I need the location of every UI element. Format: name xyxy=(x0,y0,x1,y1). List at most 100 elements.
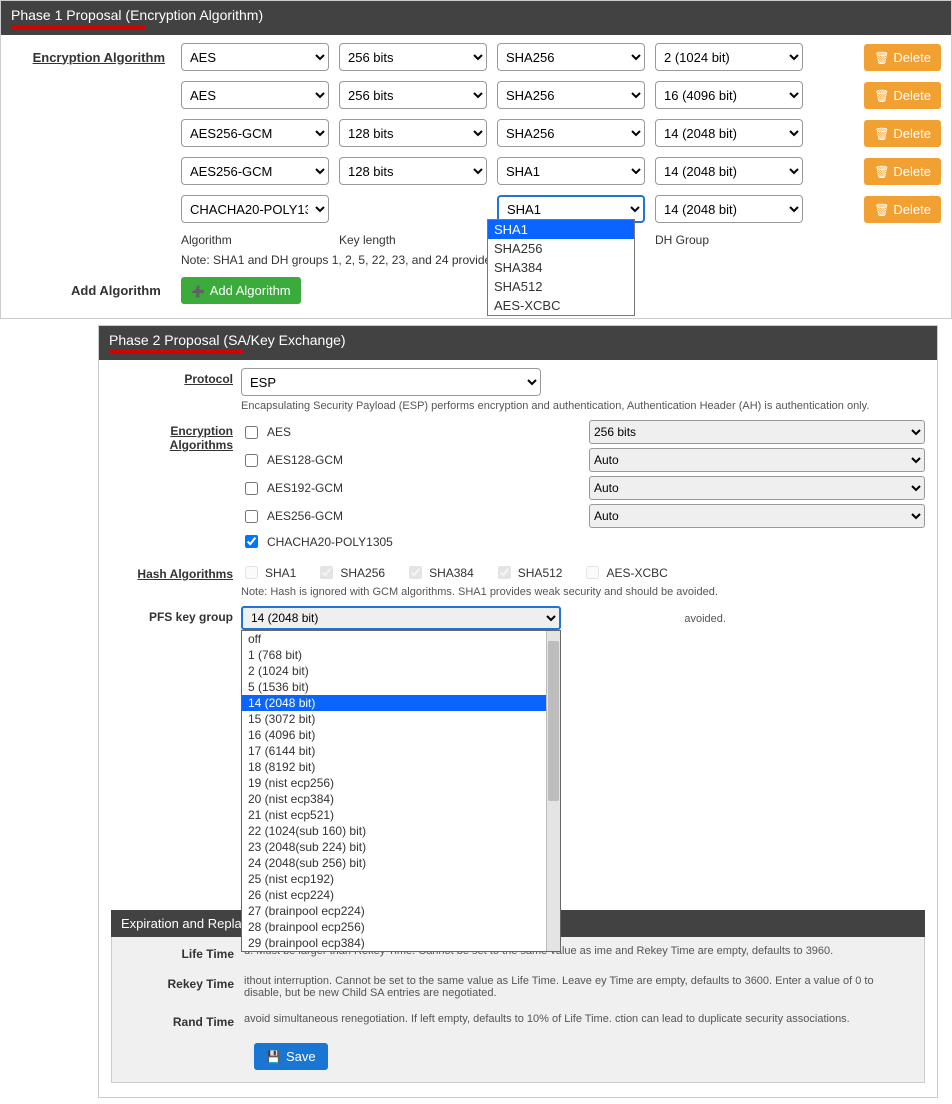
phase1-algo-select[interactable]: CHACHA20-POLY13 xyxy=(181,195,329,223)
pfs-option[interactable]: 17 (6144 bit) xyxy=(242,743,546,759)
pfs-option[interactable]: 29 (brainpool ecp384) xyxy=(242,935,546,951)
phase1-dh-select[interactable]: 14 (2048 bit) xyxy=(655,157,803,185)
scrollbar-track[interactable] xyxy=(546,631,560,951)
pfs-option[interactable]: 25 (nist ecp192) xyxy=(242,871,546,887)
pfs-option[interactable]: 20 (nist ecp384) xyxy=(242,791,546,807)
enc-algo-checkbox[interactable] xyxy=(245,426,258,439)
delete-button[interactable]: Delete xyxy=(864,196,941,223)
pfs-dropdown[interactable]: off1 (768 bit)2 (1024 bit)5 (1536 bit)14… xyxy=(241,630,561,952)
rand-time-row: Rand Time avoid simultaneous renegotiati… xyxy=(124,1013,912,1029)
enc-algo-keylen-select[interactable]: 256 bits xyxy=(589,420,925,444)
pfs-select[interactable]: 14 (2048 bit) xyxy=(241,606,561,630)
hash-algo-name: AES-XCBC xyxy=(606,566,667,580)
plus-icon xyxy=(191,283,205,298)
hash-algo-checkbox xyxy=(320,566,333,579)
phase1-algo-select[interactable]: AES xyxy=(181,43,329,71)
enc-algo-checkbox-wrap: AES256-GCM xyxy=(241,507,581,526)
hash-algo-name: SHA256 xyxy=(340,566,385,580)
hash-option[interactable]: SHA256 xyxy=(488,239,634,258)
delete-button[interactable]: Delete xyxy=(864,120,941,147)
phase1-dh-select[interactable]: 14 (2048 bit) xyxy=(655,195,803,223)
pfs-option[interactable]: 16 (4096 bit) xyxy=(242,727,546,743)
phase1-keylen-select[interactable]: 128 bits xyxy=(339,119,487,147)
phase1-dh-select[interactable]: 16 (4096 bit) xyxy=(655,81,803,109)
phase1-algo-select[interactable]: AES256-GCM xyxy=(181,157,329,185)
add-algorithm-button[interactable]: Add Algorithm xyxy=(181,277,301,304)
trash-icon xyxy=(874,202,889,217)
hash-option[interactable]: SHA384 xyxy=(488,258,634,277)
pfs-content: 14 (2048 bit) avoided. off1 (768 bit)2 (… xyxy=(241,606,925,630)
enc-algo-keylen-select[interactable]: Auto xyxy=(589,448,925,472)
delete-button[interactable]: Delete xyxy=(864,82,941,109)
enc-algo-checkbox[interactable] xyxy=(245,454,258,467)
enc-algo-checkbox[interactable] xyxy=(245,510,258,523)
hash-checkbox-row: SHA1SHA256SHA384SHA512AES-XCBC xyxy=(241,563,925,582)
hash-algo-checkbox xyxy=(409,566,422,579)
hash-option[interactable]: SHA1 xyxy=(488,220,634,239)
enc-algo-name: AES192-GCM xyxy=(267,481,343,495)
pfs-option[interactable]: 2 (1024 bit) xyxy=(242,663,546,679)
pfs-option[interactable]: 27 (brainpool ecp224) xyxy=(242,903,546,919)
life-time-label: Life Time xyxy=(124,945,244,961)
phase1-hash-select[interactable]: SHA1 xyxy=(497,157,645,185)
protocol-label: Protocol xyxy=(111,368,241,386)
delete-label: Delete xyxy=(893,50,931,65)
pfs-option[interactable]: 21 (nist ecp521) xyxy=(242,807,546,823)
pfs-option[interactable]: off xyxy=(242,631,546,647)
pfs-option[interactable]: 14 (2048 bit) xyxy=(242,695,546,711)
protocol-select[interactable]: ESP xyxy=(241,368,541,396)
enc-algo-keylen-select[interactable]: Auto xyxy=(589,476,925,500)
pfs-label: PFS key group xyxy=(111,606,241,624)
enc-algo-checkbox[interactable] xyxy=(245,482,258,495)
phase1-keylen-select[interactable]: 256 bits xyxy=(339,81,487,109)
pfs-option[interactable]: 5 (1536 bit) xyxy=(242,679,546,695)
pfs-option[interactable]: 18 (8192 bit) xyxy=(242,759,546,775)
pfs-option-list: off1 (768 bit)2 (1024 bit)5 (1536 bit)14… xyxy=(242,631,546,951)
phase1-algo-select[interactable]: AES256-GCM xyxy=(181,119,329,147)
phase1-header: Phase 1 Proposal (Encryption Algorithm) xyxy=(1,1,951,35)
pfs-option[interactable]: 19 (nist ecp256) xyxy=(242,775,546,791)
annotation-underline-2 xyxy=(109,350,244,354)
pfs-row: PFS key group 14 (2048 bit) avoided. off… xyxy=(111,606,925,630)
hash-option[interactable]: AES-XCBC xyxy=(488,296,634,315)
enc-algos-content: AES256 bitsAES128-GCMAutoAES192-GCMAutoA… xyxy=(241,420,925,555)
phase1-title: Phase 1 Proposal (Encryption Algorithm) xyxy=(11,7,263,23)
rekey-time-row: Rekey Time ithout interruption. Cannot b… xyxy=(124,975,912,999)
phase1-hash-select[interactable]: SHA256 xyxy=(497,81,645,109)
phase1-algo-row: Encryption AlgorithmAES256 bitsSHA2562 (… xyxy=(11,43,941,71)
save-button[interactable]: Save xyxy=(254,1043,328,1070)
phase1-algo-select[interactable]: AES xyxy=(181,81,329,109)
pfs-option[interactable]: 28 (brainpool ecp256) xyxy=(242,919,546,935)
hash-algo-item: AES-XCBC xyxy=(582,563,667,582)
hash-algo-checkbox xyxy=(498,566,511,579)
enc-algo-name: AES xyxy=(267,425,291,439)
hash-option[interactable]: SHA512 xyxy=(488,277,634,296)
phase1-hash-select[interactable]: SHA256 xyxy=(497,43,645,71)
delete-label: Delete xyxy=(893,202,931,217)
phase1-hash-select[interactable]: SHA256 xyxy=(497,119,645,147)
trash-icon xyxy=(874,50,889,65)
enc-algo-keylen-select[interactable]: Auto xyxy=(589,504,925,528)
trash-icon xyxy=(874,126,889,141)
phase2-header: Phase 2 Proposal (SA/Key Exchange) xyxy=(99,326,937,360)
pfs-option[interactable]: 23 (2048(sub 224) bit) xyxy=(242,839,546,855)
delete-button[interactable]: Delete xyxy=(864,158,941,185)
pfs-option[interactable]: 15 (3072 bit) xyxy=(242,711,546,727)
scrollbar-thumb[interactable] xyxy=(548,641,559,801)
phase1-dh-select[interactable]: 2 (1024 bit) xyxy=(655,43,803,71)
save-row: Save xyxy=(254,1043,912,1070)
phase1-keylen-select[interactable]: 128 bits xyxy=(339,157,487,185)
pfs-option[interactable]: 26 (nist ecp224) xyxy=(242,887,546,903)
pfs-option[interactable]: 1 (768 bit) xyxy=(242,647,546,663)
pfs-option[interactable]: 24 (2048(sub 256) bit) xyxy=(242,855,546,871)
sub-label-dh: DH Group xyxy=(655,233,803,247)
phase1-dh-select[interactable]: 14 (2048 bit) xyxy=(655,119,803,147)
enc-algo-checkbox[interactable] xyxy=(245,535,258,548)
trash-icon xyxy=(874,164,889,179)
delete-button[interactable]: Delete xyxy=(864,44,941,71)
pfs-option[interactable]: 22 (1024(sub 160) bit) xyxy=(242,823,546,839)
sub-label-algo: Algorithm xyxy=(181,233,329,247)
phase1-keylen-select[interactable]: 256 bits xyxy=(339,43,487,71)
enc-algo-name: CHACHA20-POLY1305 xyxy=(267,535,393,549)
phase1-hash-dropdown[interactable]: SHA1SHA256SHA384SHA512AES-XCBC xyxy=(487,219,635,316)
